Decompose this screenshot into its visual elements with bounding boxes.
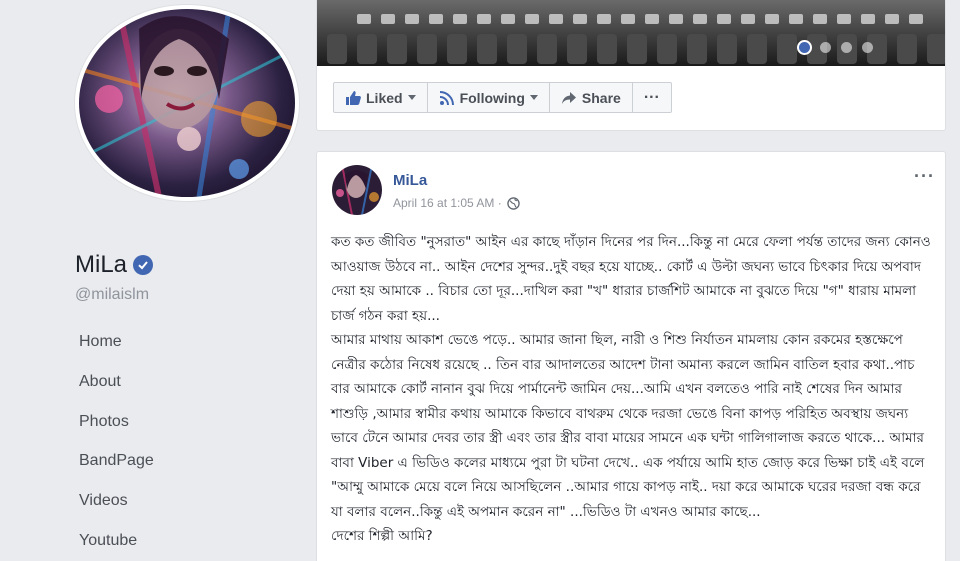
nav-item-videos[interactable]: Videos <box>79 481 154 521</box>
profile-photo-art <box>79 9 295 197</box>
liked-label: Liked <box>366 89 403 106</box>
chevron-down-icon <box>529 95 538 100</box>
post-card: MiLa April 16 at 1:05 AM · ··· কত কত জীব… <box>316 151 946 561</box>
page-action-bar: Liked Following Share ··· <box>333 82 672 113</box>
post-timestamp[interactable]: April 16 at 1:05 AM · <box>393 196 502 210</box>
thumbs-up-icon <box>346 90 361 105</box>
profile-picture[interactable] <box>75 5 299 201</box>
post-options-button[interactable]: ··· <box>914 166 935 187</box>
globe-icon[interactable] <box>507 196 520 210</box>
page-nav: Home About Photos BandPage Videos Youtub… <box>79 322 154 561</box>
page-handle: @milaislm <box>75 286 150 303</box>
more-dots-icon: ··· <box>643 88 660 106</box>
cover-card: Liked Following Share ··· <box>316 0 946 131</box>
nav-item-about[interactable]: About <box>79 362 154 402</box>
post-body-text: কত কত জীবিত "নুসরাত" আইন এর কাছে দাঁড়ান… <box>331 234 931 544</box>
cover-photo[interactable] <box>317 0 945 66</box>
following-label: Following <box>459 89 525 106</box>
nav-item-photos[interactable]: Photos <box>79 402 154 442</box>
nav-item-youtube[interactable]: Youtube <box>79 521 154 561</box>
slide-dot[interactable] <box>862 42 873 53</box>
cover-slide-indicator <box>799 42 873 53</box>
slide-dot[interactable] <box>820 42 831 53</box>
slide-dot[interactable] <box>799 42 810 53</box>
nav-item-bandpage[interactable]: BandPage <box>79 441 154 481</box>
page-name: MiLa <box>75 251 128 278</box>
post-meta: April 16 at 1:05 AM · <box>393 196 520 210</box>
rss-feed-icon <box>439 90 454 105</box>
share-label: Share <box>581 89 621 106</box>
more-options-button[interactable]: ··· <box>631 82 672 113</box>
share-button[interactable]: Share <box>548 82 633 113</box>
chevron-down-icon <box>407 95 416 100</box>
slide-dot[interactable] <box>841 42 852 53</box>
post-author-avatar[interactable] <box>332 165 382 215</box>
liked-button[interactable]: Liked <box>333 82 428 113</box>
nav-item-home[interactable]: Home <box>79 322 154 362</box>
share-arrow-icon <box>561 91 576 104</box>
post-author-name[interactable]: MiLa <box>393 172 427 189</box>
following-button[interactable]: Following <box>426 82 550 113</box>
verified-badge-icon <box>133 255 154 275</box>
page-name-row: MiLa <box>75 251 154 279</box>
